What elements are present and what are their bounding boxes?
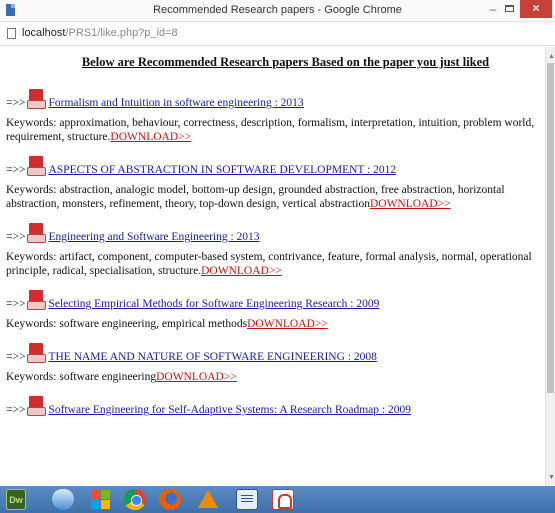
download-link[interactable]: DOWNLOAD>> xyxy=(370,198,451,210)
window-title: Recommended Research papers - Google Chr… xyxy=(153,4,402,16)
download-link[interactable]: DOWNLOAD>> xyxy=(110,131,191,143)
close-button[interactable]: × xyxy=(520,0,552,18)
paper-keywords: Keywords: software engineering, empirica… xyxy=(6,317,539,331)
paper-keywords: Keywords: software engineeringDOWNLOAD>> xyxy=(6,370,539,384)
vlc-icon[interactable] xyxy=(198,490,218,508)
address-bar[interactable]: localhost/PRS1/like.php?p_id=8 xyxy=(0,22,555,46)
paper-item: =>> Software Engineering for Self-Adapti… xyxy=(6,394,539,416)
keywords-text: Keywords: approximation, behaviour, corr… xyxy=(6,117,535,143)
paper-keywords: Keywords: abstraction, analogic model, b… xyxy=(6,183,539,211)
scroll-down-arrow-icon[interactable]: ▼ xyxy=(548,472,555,482)
paper-keywords: Keywords: approximation, behaviour, corr… xyxy=(6,116,539,144)
paper-title-link[interactable]: Engineering and Software Engineering : 2… xyxy=(48,231,259,243)
url-host: localhost xyxy=(22,27,66,39)
arrow-marker: =>> xyxy=(6,97,26,109)
firefox-icon[interactable] xyxy=(159,489,181,510)
paper-title-link[interactable]: THE NAME AND NATURE OF SOFTWARE ENGINEER… xyxy=(48,351,376,363)
page-heading: Below are Recommended Research papers Ba… xyxy=(81,55,490,69)
paper-title-link[interactable]: Software Engineering for Self-Adaptive S… xyxy=(48,404,411,416)
paper-item: =>> Selecting Empirical Methods for Soft… xyxy=(6,288,539,331)
download-link[interactable]: DOWNLOAD>> xyxy=(247,318,328,330)
pdf-icon xyxy=(27,396,47,416)
keywords-text: Keywords: software engineering, empirica… xyxy=(6,318,248,330)
paper-item: =>> Engineering and Software Engineering… xyxy=(6,221,539,278)
arrow-marker: =>> xyxy=(6,164,26,176)
scroll-thumb[interactable] xyxy=(547,63,554,393)
taskbar: Dw xyxy=(0,486,555,513)
scroll-up-arrow-icon[interactable]: ▲ xyxy=(548,51,555,61)
shield-icon[interactable] xyxy=(52,489,74,510)
arrow-marker: =>> xyxy=(6,298,26,310)
paper-title-link[interactable]: Selecting Empirical Methods for Software… xyxy=(48,298,379,310)
url-path: /PRS1/like.php?p_id=8 xyxy=(65,27,178,39)
paper-title-link[interactable]: Formalism and Intuition in software engi… xyxy=(48,97,303,109)
arrow-marker: =>> xyxy=(6,351,26,363)
paper-keywords: Keywords: artifact, component, computer-… xyxy=(6,250,539,278)
word-icon[interactable] xyxy=(236,489,258,510)
maximize-icon xyxy=(504,5,514,12)
paper-item: =>> Formalism and Intuition in software … xyxy=(6,87,539,144)
chrome-icon[interactable] xyxy=(124,489,146,510)
pdf-icon xyxy=(27,223,47,243)
pdf-icon xyxy=(27,290,47,310)
pdf-icon xyxy=(27,156,47,176)
download-link[interactable]: DOWNLOAD>> xyxy=(156,371,237,383)
page-content: Below are Recommended Research papers Ba… xyxy=(0,47,545,486)
url-text[interactable]: localhost/PRS1/like.php?p_id=8 xyxy=(22,27,178,39)
minimize-button[interactable]: – xyxy=(486,2,500,22)
arrow-marker: =>> xyxy=(6,404,26,416)
pdf-reader-icon[interactable] xyxy=(272,489,294,510)
page-icon xyxy=(7,28,16,39)
windows-logo-icon[interactable] xyxy=(90,489,112,510)
paper-item: =>> ASPECTS OF ABSTRACTION IN SOFTWARE D… xyxy=(6,154,539,211)
paper-title-link[interactable]: ASPECTS OF ABSTRACTION IN SOFTWARE DEVEL… xyxy=(48,164,396,176)
pdf-icon xyxy=(27,89,47,109)
vertical-scrollbar[interactable]: ▲ ▼ xyxy=(545,47,555,486)
pdf-icon xyxy=(27,343,47,363)
keywords-text: Keywords: software engineering xyxy=(6,371,157,383)
download-link[interactable]: DOWNLOAD>> xyxy=(201,265,282,277)
arrow-marker: =>> xyxy=(6,231,26,243)
title-bar: Recommended Research papers - Google Chr… xyxy=(0,0,555,22)
dreamweaver-icon[interactable]: Dw xyxy=(6,489,26,510)
paper-item: =>> THE NAME AND NATURE OF SOFTWARE ENGI… xyxy=(6,341,539,384)
